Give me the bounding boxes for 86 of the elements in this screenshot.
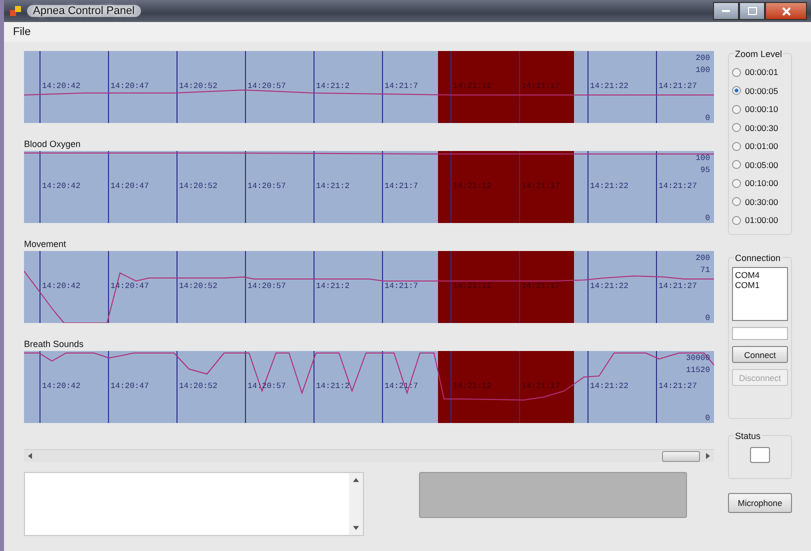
menu-item[interactable]: File (8, 24, 36, 40)
time-label: 14:20:52 (179, 82, 218, 91)
zoom-radio-option[interactable]: 00:05:00 (732, 156, 788, 174)
app-icon (10, 5, 22, 17)
maximize-button[interactable] (739, 2, 765, 20)
horizontal-scrollbar[interactable] (24, 449, 714, 462)
group-title: Zoom Level (734, 49, 784, 59)
zoom-radio-option[interactable]: 00:10:00 (732, 174, 788, 192)
time-label: 14:20:57 (248, 82, 286, 91)
time-label: 14:21:12 (453, 182, 492, 191)
status-indicator (750, 447, 770, 463)
time-label: 14:21:27 (658, 82, 697, 91)
zoom-radio-option[interactable]: 00:00:05 (732, 82, 788, 100)
axis-min-label: 0 (705, 114, 710, 123)
time-label: 14:21:22 (590, 82, 628, 91)
time-label: 14:20:52 (179, 282, 218, 291)
reading-label: 95 (700, 166, 710, 175)
time-label: 14:21:12 (453, 82, 492, 91)
time-label: 14:20:57 (248, 282, 286, 291)
minimize-button[interactable] (713, 2, 739, 20)
time-label: 14:20:42 (42, 282, 80, 291)
port-list-item[interactable]: COM4 (735, 270, 785, 280)
time-label: 14:21:22 (590, 282, 628, 291)
time-label: 14:21:22 (590, 182, 628, 191)
zoom-radio-option[interactable]: 00:00:01 (732, 63, 788, 82)
reading-label: 71 (700, 266, 710, 275)
close-button[interactable] (765, 2, 807, 20)
time-label: 14:21:17 (522, 382, 560, 391)
reading-label: 100 (696, 66, 710, 75)
time-label: 14:21:17 (522, 82, 560, 91)
time-label: 14:21:12 (453, 282, 492, 291)
chart-title: Movement (24, 238, 68, 251)
axis-min-label: 0 (705, 414, 710, 423)
time-label: 14:21:2 (316, 382, 350, 391)
port-list[interactable]: COM4 COM1 (732, 267, 788, 321)
time-label: 14:20:42 (42, 182, 80, 191)
time-label: 14:20:57 (248, 182, 286, 191)
window-title: Apnea Control Panel (27, 5, 141, 17)
time-label: 14:21:12 (453, 382, 492, 391)
port-list-item[interactable]: COM1 (735, 280, 785, 290)
axis-max-label: 200 (696, 254, 710, 263)
zoom-radio-option[interactable]: 00:01:00 (732, 137, 788, 156)
zoom-radio-option[interactable]: 00:30:00 (732, 192, 788, 211)
group-title: Status (734, 431, 762, 441)
scroll-left-icon[interactable] (28, 453, 32, 459)
zoom-radio-option[interactable]: 00:00:30 (732, 118, 788, 137)
close-icon (782, 6, 790, 16)
scroll-right-icon[interactable] (706, 453, 710, 459)
connection-button[interactable]: Connect (732, 346, 788, 363)
time-label: 14:21:7 (384, 282, 418, 291)
chart-title: Breath Sounds (24, 338, 85, 351)
axis-max-label: 200 (696, 54, 710, 63)
microphone-button[interactable]: Microphone (728, 493, 792, 513)
time-label: 14:21:17 (522, 182, 560, 191)
time-label: 14:21:2 (316, 182, 350, 191)
time-label: 14:20:52 (179, 382, 218, 391)
zoom-radio-option[interactable]: 00:00:10 (732, 100, 788, 118)
axis-min-label: 0 (705, 314, 710, 323)
zoom-radio-option[interactable]: 01:00:00 (732, 211, 788, 230)
time-label: 14:21:17 (522, 282, 560, 291)
time-label: 14:20:47 (110, 82, 149, 91)
axis-max-label: 100 (696, 154, 710, 163)
maximize-icon (748, 7, 756, 15)
scrollbar-thumb[interactable] (662, 450, 700, 462)
axis-min-label: 0 (705, 214, 710, 223)
input-field[interactable] (732, 327, 788, 340)
minimize-icon (722, 10, 730, 12)
group-title: Connection (734, 253, 782, 263)
time-label: 14:21:2 (316, 282, 350, 291)
time-label: 14:20:42 (42, 82, 80, 91)
time-label: 14:21:2 (316, 82, 350, 91)
time-label: 14:21:27 (658, 182, 697, 191)
time-label: 14:20:42 (42, 382, 80, 391)
reading-label: 11520 (686, 366, 710, 375)
scroll-up-icon[interactable] (353, 478, 359, 482)
time-label: 14:21:22 (590, 382, 628, 391)
scroll-down-icon[interactable] (353, 526, 359, 530)
time-label: 14:20:47 (110, 182, 149, 191)
chart-title: Blood Oxygen (24, 138, 82, 151)
time-label: 14:21:7 (384, 182, 418, 191)
time-label: 14:20:52 (179, 182, 218, 191)
time-label: 14:21:7 (384, 82, 418, 91)
time-label: 14:20:47 (110, 382, 149, 391)
time-label: 14:21:27 (658, 382, 697, 391)
time-label: 14:21:27 (658, 282, 697, 291)
axis-max-label: 30000 (686, 354, 710, 363)
